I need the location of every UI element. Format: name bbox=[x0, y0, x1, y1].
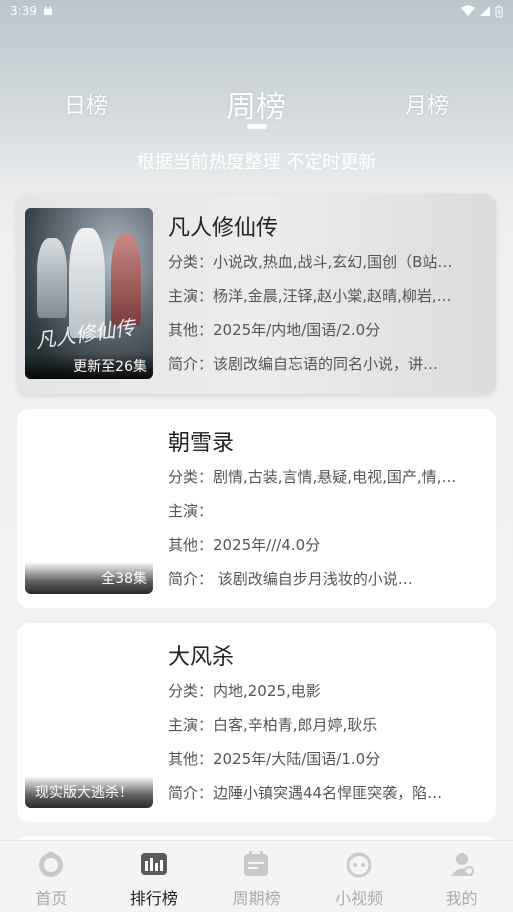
status-bar: 3:39 bbox=[0, 0, 513, 22]
drama-title: 朝雪录 bbox=[168, 431, 235, 456]
nav-schedule[interactable]: 周期榜 bbox=[205, 841, 308, 912]
drama-cast: 主演：白客,辛柏青,郎月婷,耿乐 bbox=[168, 716, 378, 734]
bottom-navigation: 首页 排行榜 周期榜 小视频 我的 bbox=[0, 840, 513, 912]
poster-image: 凡人修仙传 更新至26集 bbox=[25, 208, 153, 379]
calendar-icon bbox=[244, 851, 269, 876]
wifi-icon bbox=[461, 5, 475, 16]
status-time: 3:39 bbox=[10, 4, 37, 18]
nav-ranking-label: 排行榜 bbox=[129, 889, 178, 908]
nav-short-video-label: 小视频 bbox=[335, 889, 384, 908]
battery-icon bbox=[495, 5, 503, 17]
episode-badge: 更新至26集 bbox=[25, 353, 153, 379]
drama-cast: 主演：杨洋,金晨,汪铎,赵小棠,赵晴,柳岩,… bbox=[168, 287, 452, 305]
signal-icon bbox=[480, 6, 490, 16]
ranking-subtitle: 根据当前热度整理 不定时更新 bbox=[136, 152, 377, 173]
drama-category: 分类：小说改,热血,战斗,玄幻,国创（B站… bbox=[168, 253, 453, 271]
ranking-period-tabs: 日榜 周榜 月榜 bbox=[0, 80, 513, 130]
tab-weekly[interactable]: 周榜 bbox=[226, 82, 286, 126]
drama-card[interactable]: 凡人修仙传 更新至26集 凡人修仙传 分类：小说改,热血,战斗,玄幻,国创（B站… bbox=[17, 194, 496, 394]
poster-image: 全38集 bbox=[25, 423, 153, 594]
drama-intro: 简介： 该剧改编自步月浅妆的小说… bbox=[168, 570, 413, 588]
nav-profile-label: 我的 bbox=[445, 889, 478, 908]
drama-other-info: 其他：2025年/内地/国语/2.0分 bbox=[168, 321, 381, 339]
notification-icon bbox=[43, 6, 52, 15]
tab-active-indicator bbox=[247, 124, 267, 129]
drama-cast: 主演： bbox=[168, 502, 214, 520]
nav-home[interactable]: 首页 bbox=[0, 841, 103, 912]
episode-badge: 现实版大逃杀！ bbox=[25, 776, 153, 808]
nav-profile[interactable]: 我的 bbox=[410, 841, 513, 912]
drama-intro: 简介：该剧改编自忘语的同名小说，讲… bbox=[168, 355, 439, 373]
drama-title: 凡人修仙传 bbox=[168, 216, 279, 241]
drama-other-info: 其他：2025年/大陆/国语/1.0分 bbox=[168, 750, 381, 768]
episode-badge: 全38集 bbox=[25, 562, 153, 594]
short-video-icon bbox=[346, 852, 372, 878]
drama-card[interactable]: 全38集 朝雪录 分类：剧情,古装,言情,悬疑,电视,国产,情,… 主演： 其他… bbox=[17, 409, 496, 608]
drama-intro: 简介：边陲小镇突遇44名悍匪突袭，陷… bbox=[168, 784, 443, 802]
poster-image: 现实版大逃杀！ bbox=[25, 637, 153, 808]
nav-ranking[interactable]: 排行榜 bbox=[103, 841, 206, 912]
nav-schedule-label: 周期榜 bbox=[232, 889, 281, 908]
tab-monthly[interactable]: 月榜 bbox=[405, 88, 449, 120]
home-icon bbox=[39, 851, 64, 877]
drama-title: 大风杀 bbox=[168, 645, 235, 670]
profile-icon bbox=[450, 853, 474, 876]
drama-category: 分类：内地,2025,电影 bbox=[168, 682, 321, 700]
drama-category: 分类：剧情,古装,言情,悬疑,电视,国产,情,… bbox=[168, 468, 457, 486]
tab-daily[interactable]: 日榜 bbox=[64, 88, 108, 120]
nav-short-video[interactable]: 小视频 bbox=[308, 841, 411, 912]
drama-other-info: 其他：2025年///4.0分 bbox=[168, 536, 321, 554]
nav-home-label: 首页 bbox=[35, 889, 68, 908]
drama-card[interactable]: 现实版大逃杀！ 大风杀 分类：内地,2025,电影 主演：白客,辛柏青,郎月婷,… bbox=[17, 623, 496, 822]
ranking-icon bbox=[140, 853, 167, 875]
